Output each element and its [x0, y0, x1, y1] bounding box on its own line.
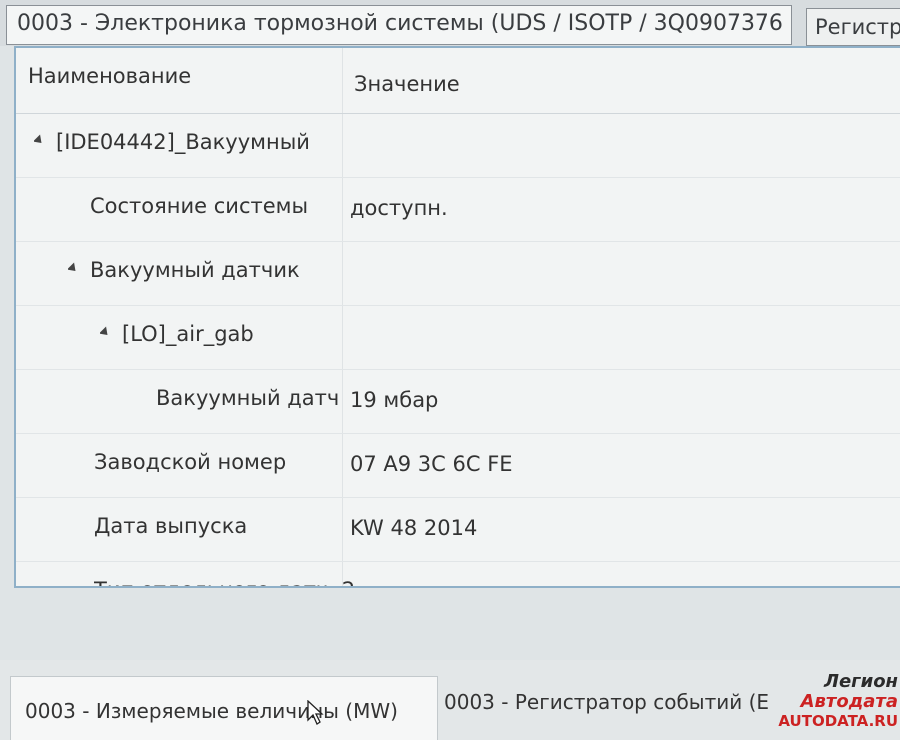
row-name: Заводской номер	[94, 450, 287, 474]
grid-row[interactable]: Состояние системы доступн.	[16, 178, 900, 242]
expanded-triangle-icon[interactable]	[68, 261, 80, 275]
grid-row[interactable]: [LO]_air_gab	[16, 306, 900, 370]
ecu-selector[interactable]: 0003 - Электроника тормозной системы (UD…	[6, 5, 792, 45]
grid-row[interactable]: Тип отдельного датч. 2	[16, 562, 900, 586]
column-header-value[interactable]: Значение	[354, 72, 460, 96]
top-bar: 0003 - Электроника тормозной системы (UD…	[0, 0, 900, 46]
grid-row[interactable]: [IDE04442]_Вакуумный	[16, 114, 900, 178]
mouse-pointer-icon	[307, 700, 324, 725]
row-name: Вакуумный датч	[156, 386, 340, 410]
row-name: Дата выпуска	[94, 514, 248, 538]
row-name: Вакуумный датчик	[68, 258, 300, 282]
grid-row[interactable]: Вакуумный датч 19 мбар	[16, 370, 900, 434]
watermark-line-2: Автодата	[800, 691, 898, 712]
row-name: Тип отдельного датч. 2	[94, 578, 355, 586]
grid-header: Наименование Значение	[16, 48, 900, 114]
row-name: [LO]_air_gab	[100, 322, 254, 346]
measurements-grid: Наименование Значение [IDE04442]_Вакуумн…	[14, 46, 900, 588]
expanded-triangle-icon[interactable]	[100, 325, 112, 339]
grid-row[interactable]: Заводской номер 07 A9 3C 6C FE	[16, 434, 900, 498]
tab-event-log-top[interactable]: Регистратор	[806, 8, 900, 46]
row-name: Состояние системы	[90, 194, 309, 218]
row-value: доступн.	[350, 196, 448, 220]
grid-row[interactable]: Дата выпуска KW 48 2014	[16, 498, 900, 562]
row-value: 19 мбар	[350, 388, 439, 412]
grid-row[interactable]: Вакуумный датчик	[16, 242, 900, 306]
row-value: KW 48 2014	[350, 516, 478, 540]
watermark-logo: Легион Автодата AUTODATA.RU	[762, 671, 898, 731]
tab-event-log[interactable]: 0003 - Регистратор событий (E	[444, 690, 769, 714]
tab-measured-values[interactable]: 0003 - Измеряемые величины (MW)	[10, 676, 438, 740]
column-header-name[interactable]: Наименование	[28, 64, 191, 88]
watermark-line-1: Легион	[824, 671, 898, 692]
expanded-triangle-icon[interactable]	[34, 133, 46, 147]
row-name: [IDE04442]_Вакуумный	[34, 130, 310, 154]
watermark-line-3: AUTODATA.RU	[778, 712, 898, 730]
row-value: 07 A9 3C 6C FE	[350, 452, 513, 476]
